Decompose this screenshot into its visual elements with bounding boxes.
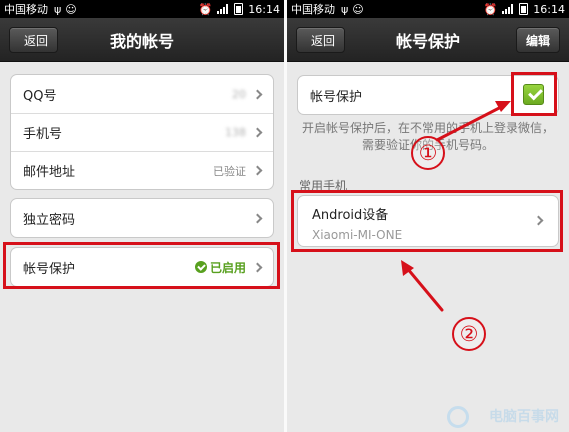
chevron-right-icon [252,127,263,138]
list-item-email[interactable]: 邮件地址 已验证 [11,151,273,189]
android-icon: ☺ [65,2,77,16]
qq-number-value: 20 [232,87,246,101]
chevron-right-icon [252,213,263,223]
list-item-label: QQ号 [23,88,57,104]
usb-icon: ψ [54,2,62,16]
annotation-box [3,242,280,289]
password-group: 独立密码 [10,198,274,238]
battery-icon [234,3,244,15]
annotation-marker-2: ② [452,317,486,351]
list-item-label: 邮件地址 [23,165,76,180]
notification-icons: ψ ☺ [54,3,77,16]
list-item-password[interactable]: 独立密码 [11,199,273,237]
page-title: 我的帐号 [109,31,174,51]
watermark: 电脑百事网 [489,409,559,425]
carrier-label: 中国移动 [4,3,48,16]
arrow-1-line [435,103,507,142]
list-item-label: 手机号 [23,127,63,142]
alarm-icon: ⏰ [198,2,213,16]
status-bar: 中国移动 ψ ☺ ⏰ 16:14 [0,0,284,18]
signal-icon [217,4,229,14]
list-item-qq[interactable]: QQ号 20 [11,75,273,113]
email-status-value: 已验证 [213,164,246,178]
list-item-phone[interactable]: 手机号 138 [11,113,273,151]
annotation-marker-1: ① [411,136,445,170]
title-bar: 返回 我的帐号 [0,18,284,62]
annotation-arrows [401,101,511,312]
arrow-2-line [405,266,444,312]
watermark-logo-icon [447,406,469,428]
screen-account-protection: 中国移动 ψ ☺ ⏰ 16:14 返回 帐号保护 编辑 帐号保护 开启帐号保护后… [287,0,569,432]
chevron-right-icon [252,165,263,176]
screen-my-account: 中国移动 ψ ☺ ⏰ 16:14 返回 我的帐号 QQ号 20 手机号 138 … [0,0,284,432]
clock: 16:14 [248,2,280,16]
chevron-right-icon [252,89,263,99]
back-button[interactable]: 返回 [9,27,59,53]
list-item-label: 独立密码 [23,212,76,228]
phone-number-value: 138 [225,126,246,139]
account-info-group: QQ号 20 手机号 138 邮件地址 已验证 [10,74,274,190]
